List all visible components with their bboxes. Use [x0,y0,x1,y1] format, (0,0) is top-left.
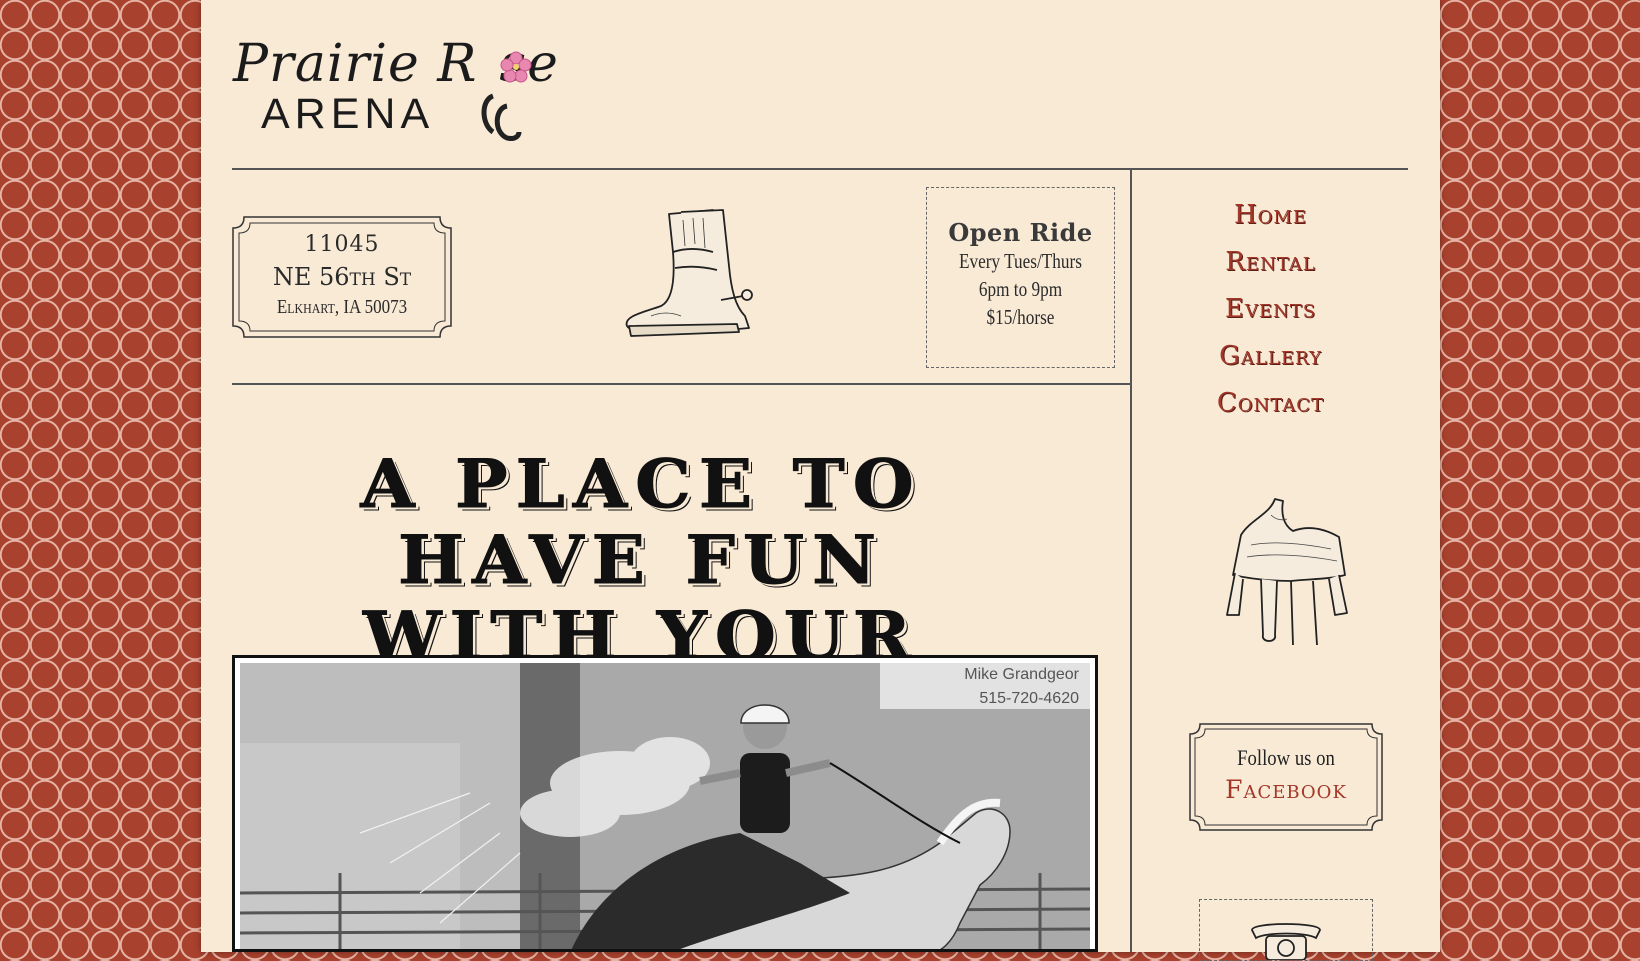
address-ticket: 11045 NE 56th St Elkhart, IA 50073 [232,216,452,338]
site-logo[interactable]: Prairie Rse ARENA [231,28,581,143]
facebook-follow-text: Follow us on [1237,745,1335,770]
facebook-label: Facebook [1225,775,1347,804]
address-street: NE 56th St [272,263,412,291]
address-number: 11045 [304,232,380,257]
nav-home[interactable]: Home [1101,192,1440,239]
open-ride-title: Open Ride [948,218,1093,247]
nav-events[interactable]: Events [1101,286,1440,333]
info-divider [232,383,1130,385]
open-ride-days: Every Tues/Thurs [959,249,1082,273]
logo-arena-text: ARENA [261,90,435,138]
nav-contact[interactable]: Contact [1101,380,1440,427]
main-nav: Home Rental Events Gallery Contact [1101,192,1440,427]
open-ride-price: $15/horse [986,305,1055,329]
facebook-link[interactable]: Follow us on Facebook [1189,723,1383,831]
horseshoe-icon [481,93,522,141]
photo-sign-name: Mike Grandgeor [964,666,1079,683]
header-divider [232,168,1408,170]
cowboy-boot-illustration [625,209,753,337]
telephone-icon [1251,923,1321,960]
hero-photo: Mike Grandgeor 515-720-4620 [232,655,1098,952]
open-ride-hours: 6pm to 9pm [978,277,1063,301]
photo-sign-text: Mike Grandgeor 515-720-4620 [949,663,1079,711]
saddle-illustration [1226,498,1348,646]
open-ride-box: Open Ride Every Tues/Thurs 6pm to 9pm $1… [926,187,1115,368]
page-container: Prairie Rse ARENA 11045 NE 56th St Elkha… [201,0,1440,961]
address-city: Elkhart, IA 50073 [276,296,408,318]
nav-gallery[interactable]: Gallery [1101,333,1440,380]
nav-rental[interactable]: Rental [1101,239,1440,286]
headline-line-1: A PLACE TO HAVE FUN [360,444,922,599]
rose-flower-icon [500,51,532,83]
photo-sign-phone: 515-720-4620 [979,690,1079,707]
